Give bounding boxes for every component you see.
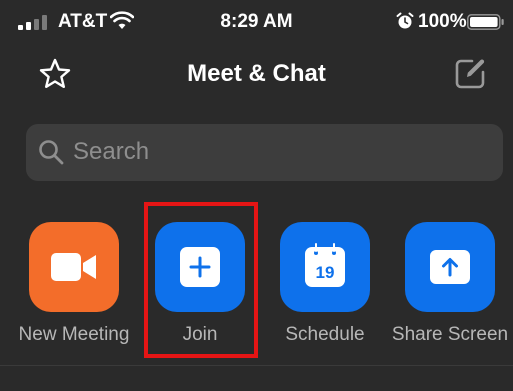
share-screen-tile[interactable] — [405, 222, 495, 312]
page-title: Meet & Chat — [187, 60, 326, 87]
battery-icon — [467, 14, 504, 30]
calendar-icon: 19 — [305, 243, 345, 287]
search-icon — [39, 140, 64, 165]
search-input[interactable]: Search — [26, 124, 503, 181]
alarm-icon — [396, 12, 414, 29]
new-meeting-tile[interactable] — [29, 222, 119, 312]
share-screen-icon — [430, 250, 470, 284]
share-screen-label: Share Screen — [391, 324, 509, 345]
join-tile[interactable] — [155, 222, 245, 312]
section-divider — [0, 365, 513, 366]
new-meeting-button[interactable]: New Meeting — [11, 222, 137, 352]
calendar-day: 19 — [316, 263, 335, 282]
plus-icon — [180, 247, 220, 287]
schedule-button[interactable]: 19 Schedule — [262, 222, 388, 352]
battery-percent: 100% — [418, 11, 467, 32]
search-placeholder: Search — [73, 138, 150, 165]
nav-bar: Meet & Chat — [0, 44, 513, 104]
schedule-tile[interactable]: 19 — [280, 222, 370, 312]
status-bar: AT&T 8:29 AM 100% — [0, 0, 513, 44]
video-camera-icon — [51, 253, 96, 281]
app-screen: AT&T 8:29 AM 100% Meet & Chat Search New… — [0, 0, 513, 391]
new-meeting-label: New Meeting — [18, 324, 130, 345]
join-button[interactable]: Join — [137, 222, 263, 352]
compose-icon[interactable] — [452, 56, 488, 92]
share-screen-button[interactable]: Share Screen — [387, 222, 513, 352]
